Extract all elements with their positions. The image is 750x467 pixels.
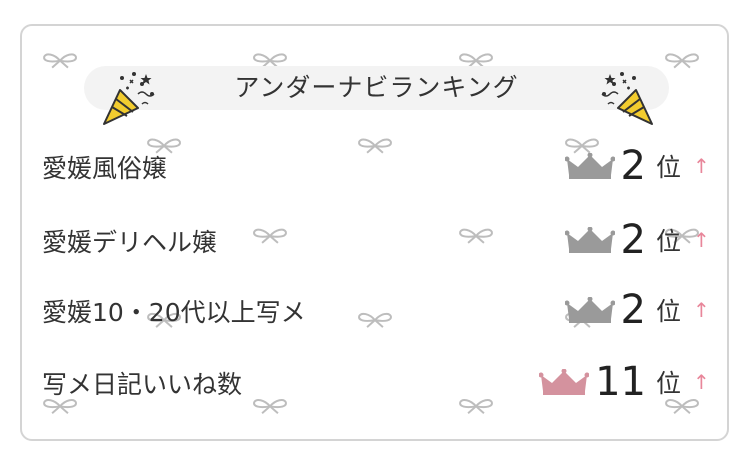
- ranking-category-label: 写メ日記いいね数: [42, 370, 243, 399]
- rank-suffix: 位: [655, 227, 681, 256]
- rank-up-arrow-icon: ↑: [693, 154, 710, 178]
- rank-up-arrow-icon: ↑: [693, 370, 710, 394]
- party-popper-icon: [103, 72, 155, 125]
- rank-up-arrow-icon: ↑: [693, 228, 710, 252]
- ranking-card: アンダーナビランキング 愛媛風俗嬢 2 位 ↑ 愛媛デリヘル嬢 2 位 ↑ 愛媛…: [20, 24, 729, 441]
- ranking-title: アンダーナビランキング: [234, 73, 519, 102]
- silver-crown-icon: [564, 153, 615, 179]
- ranking-row[interactable]: 愛媛デリヘル嬢 2 位 ↑: [42, 215, 710, 265]
- rank-display: 2 位 ↑: [564, 285, 710, 335]
- ranking-row[interactable]: 愛媛10・20代以上写メ 2 位 ↑: [42, 285, 710, 335]
- rank-display: 2 位 ↑: [564, 141, 710, 191]
- rank-suffix: 位: [655, 153, 681, 182]
- pink-crown-icon: [539, 369, 590, 395]
- rank-number: 2: [620, 217, 646, 263]
- rank-display: 2 位 ↑: [564, 215, 710, 265]
- ranking-category-label: 愛媛デリヘル嬢: [42, 228, 218, 257]
- rank-suffix: 位: [655, 297, 681, 326]
- ranking-category-label: 愛媛風俗嬢: [42, 154, 168, 183]
- rank-number: 2: [620, 143, 646, 189]
- rank-number: 11: [595, 359, 646, 405]
- ranking-category-label: 愛媛10・20代以上写メ: [42, 298, 306, 327]
- rank-display: 11 位 ↑: [539, 357, 710, 407]
- rank-suffix: 位: [655, 369, 681, 398]
- ranking-header: アンダーナビランキング: [84, 66, 669, 110]
- rank-number: 2: [620, 287, 646, 333]
- silver-crown-icon: [564, 227, 615, 253]
- silver-crown-icon: [564, 297, 615, 323]
- party-popper-icon: [601, 72, 653, 125]
- rank-up-arrow-icon: ↑: [693, 298, 710, 322]
- ranking-row[interactable]: 愛媛風俗嬢 2 位 ↑: [42, 141, 710, 191]
- ranking-row[interactable]: 写メ日記いいね数 11 位 ↑: [42, 357, 710, 407]
